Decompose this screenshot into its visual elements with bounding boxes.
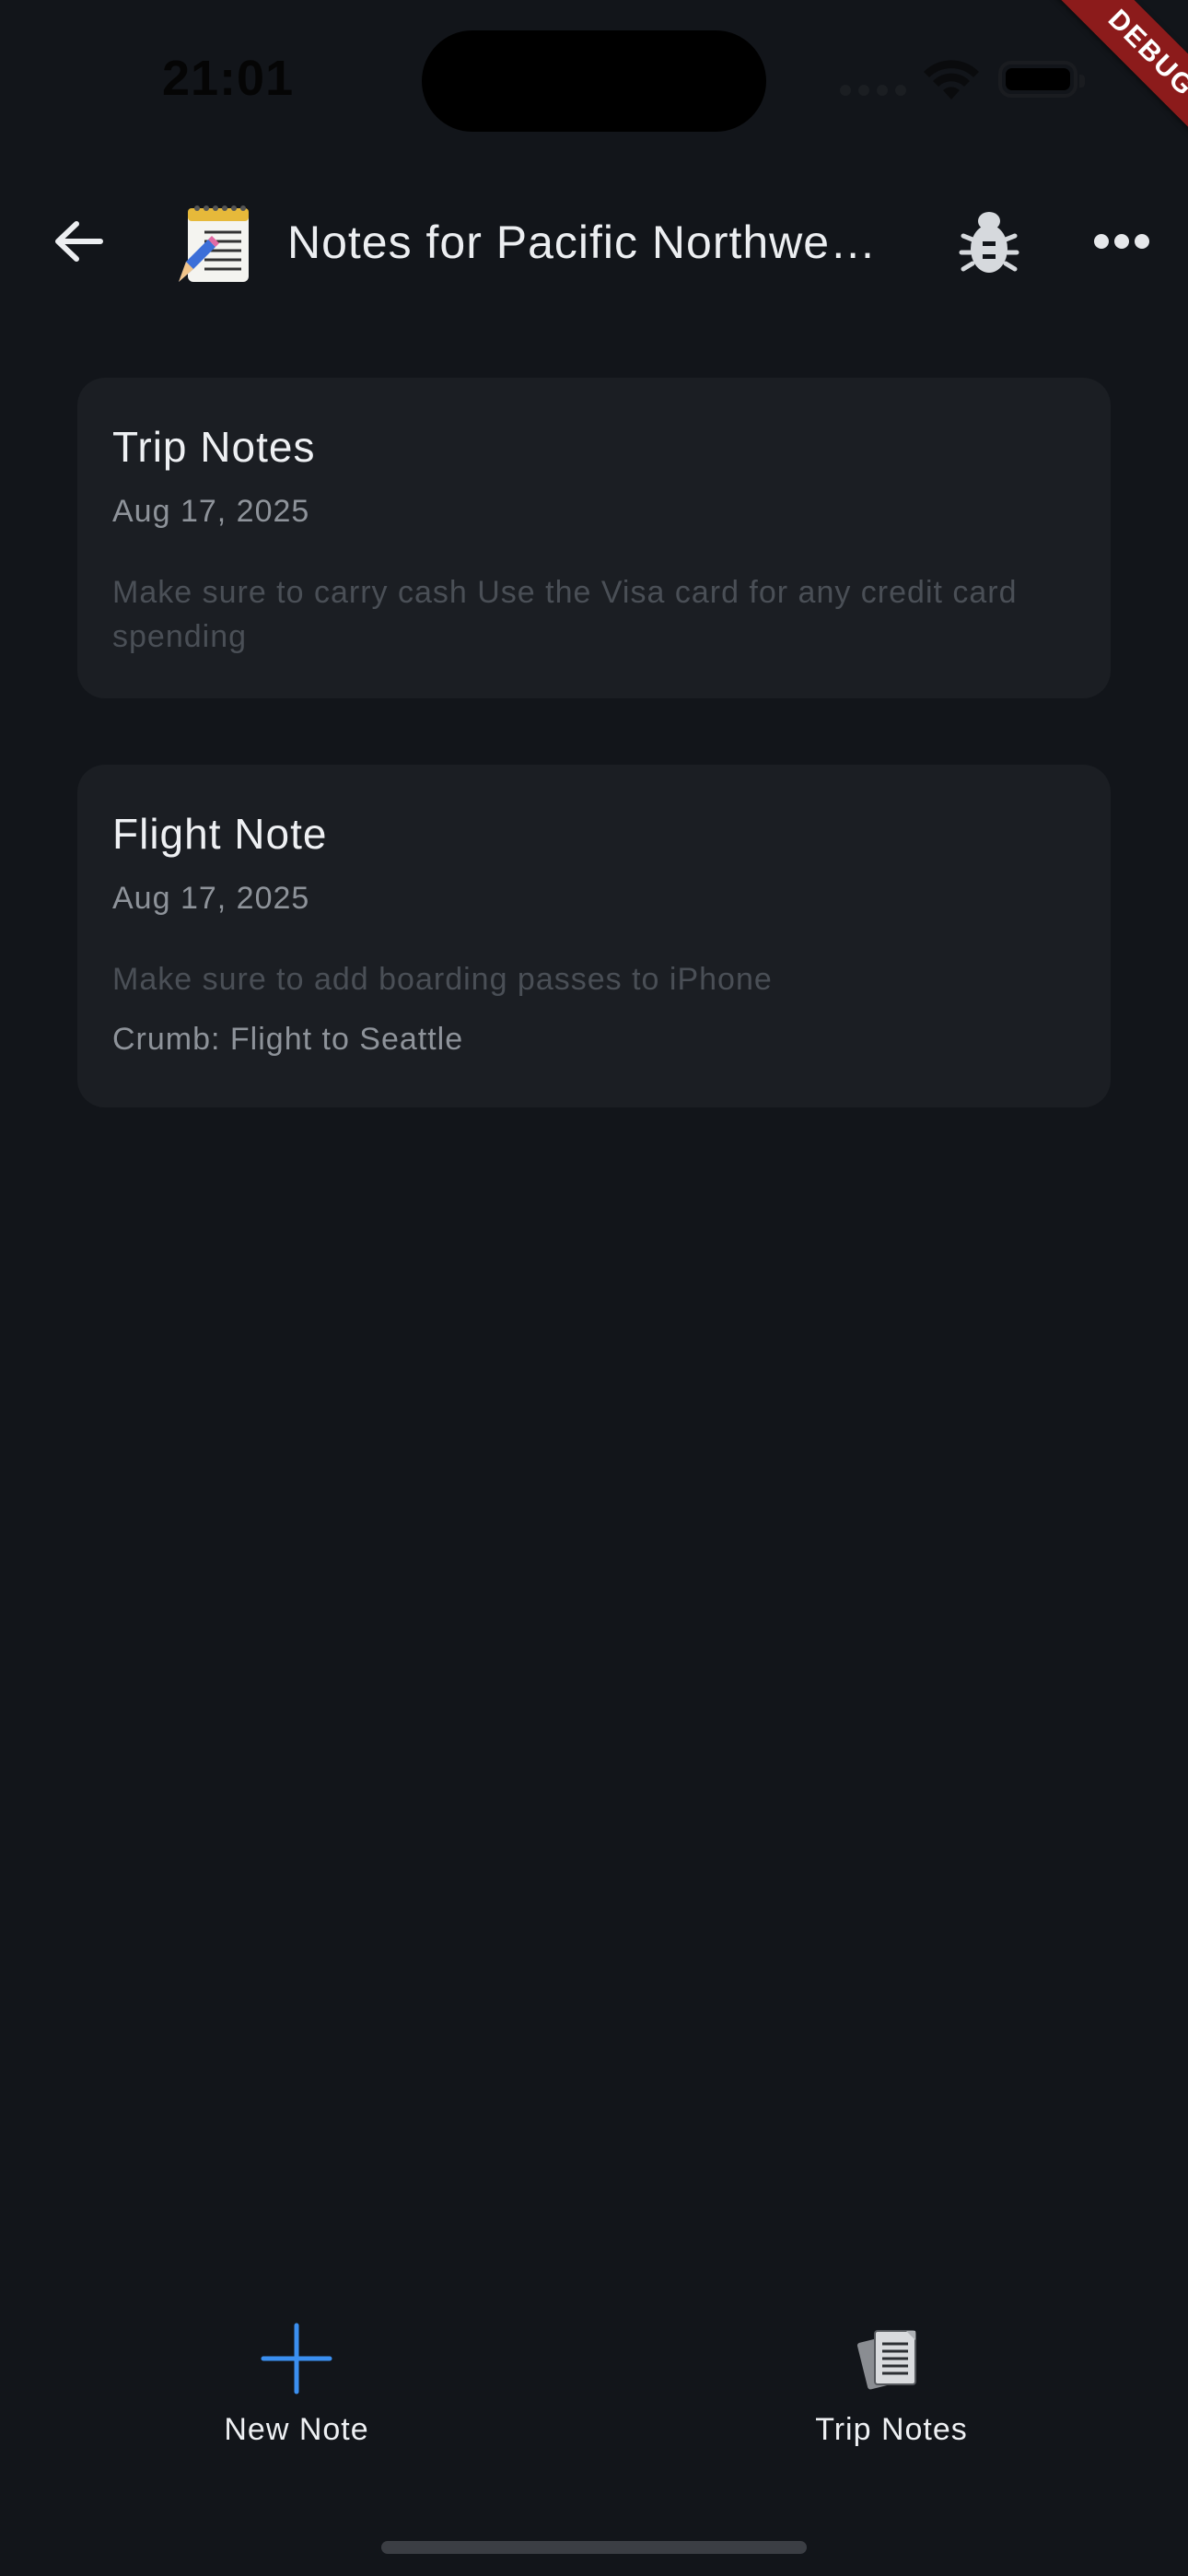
note-title: Flight Note bbox=[112, 810, 328, 858]
documents-icon bbox=[856, 2330, 916, 2390]
note-date: Aug 17, 2025 bbox=[112, 494, 310, 529]
note-card[interactable]: Flight Note Aug 17, 2025 Make sure to ad… bbox=[77, 765, 1111, 1107]
new-note-button[interactable]: New Note bbox=[112, 2322, 481, 2488]
plus-icon bbox=[261, 2323, 332, 2395]
wifi-icon bbox=[924, 60, 979, 100]
bug-icon[interactable] bbox=[958, 206, 1020, 276]
note-body: Make sure to add boarding passes to iPho… bbox=[112, 962, 773, 997]
more-options-button[interactable] bbox=[1089, 225, 1155, 258]
trip-notes-label: Trip Notes bbox=[815, 2412, 968, 2447]
note-card[interactable]: Trip Notes Aug 17, 2025 Make sure to car… bbox=[77, 378, 1111, 698]
bottom-nav: New Note Trip Notes bbox=[0, 2322, 1188, 2506]
page-title: Notes for Pacific Northwest Trip bbox=[287, 217, 895, 268]
battery-icon bbox=[998, 61, 1085, 98]
new-note-label: New Note bbox=[224, 2412, 369, 2447]
note-date: Aug 17, 2025 bbox=[112, 881, 310, 916]
note-crumb: Crumb: Flight to Seattle bbox=[112, 1022, 464, 1057]
status-bar: 21:01 bbox=[0, 0, 1188, 157]
status-time: 21:01 bbox=[162, 51, 295, 106]
back-button[interactable] bbox=[37, 205, 120, 278]
app-bar: Notes for Pacific Northwest Trip bbox=[0, 184, 1188, 299]
memo-emoji-icon bbox=[179, 205, 249, 282]
note-title: Trip Notes bbox=[112, 423, 316, 471]
note-body: Make sure to carry cash Use the Visa car… bbox=[112, 575, 1018, 654]
cellular-signal-icon bbox=[840, 85, 906, 98]
dynamic-island bbox=[422, 30, 766, 132]
trip-notes-button[interactable]: Trip Notes bbox=[707, 2322, 1076, 2488]
more-horizontal-icon bbox=[1094, 234, 1109, 249]
home-indicator[interactable] bbox=[381, 2541, 807, 2554]
arrow-left-icon bbox=[55, 221, 103, 262]
